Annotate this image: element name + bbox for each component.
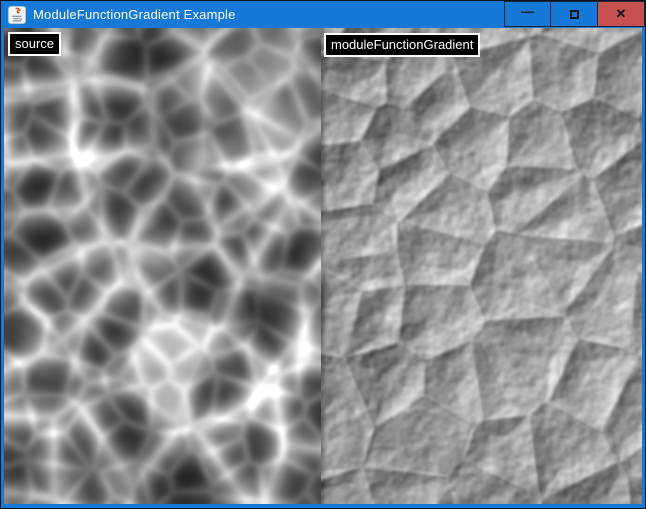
minimize-button[interactable]: —	[504, 1, 551, 27]
module-function-gradient-image	[321, 28, 642, 504]
close-icon: ✕	[616, 6, 627, 22]
source-panel: source	[4, 28, 321, 504]
app-window: ModuleFunctionGradient Example — ✕ sourc…	[0, 0, 646, 509]
titlebar[interactable]: ModuleFunctionGradient Example — ✕	[1, 1, 645, 28]
close-button[interactable]: ✕	[598, 1, 645, 27]
module-function-gradient-label: moduleFunctionGradient	[324, 33, 480, 57]
window-controls: — ✕	[504, 1, 645, 27]
content-area: source moduleFunctionGradient	[1, 28, 645, 508]
maximize-button[interactable]	[551, 1, 598, 27]
module-function-gradient-panel: moduleFunctionGradient	[321, 28, 642, 504]
window-title: ModuleFunctionGradient Example	[33, 1, 236, 28]
minimize-icon: —	[521, 7, 534, 17]
java-coffee-cup-icon	[8, 6, 26, 24]
source-label: source	[8, 32, 61, 56]
source-noise-image	[4, 28, 321, 504]
maximize-icon	[570, 10, 579, 19]
